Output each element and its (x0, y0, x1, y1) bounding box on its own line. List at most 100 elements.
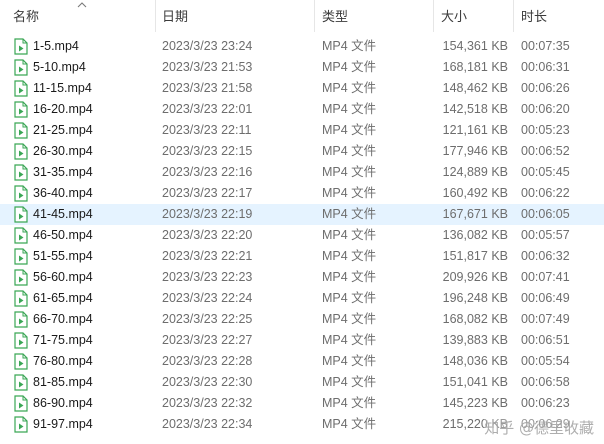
column-divider[interactable] (314, 0, 315, 32)
column-divider[interactable] (155, 0, 156, 32)
file-date: 2023/3/23 22:19 (162, 207, 253, 221)
chevron-up-icon[interactable] (77, 1, 87, 8)
video-file-icon (14, 374, 28, 391)
column-header-name[interactable]: 名称 (13, 0, 39, 32)
video-file-icon (14, 290, 28, 307)
file-name[interactable]: 76-80.mp4 (33, 351, 93, 372)
file-date: 2023/3/23 21:53 (162, 60, 253, 74)
file-date: 2023/3/23 22:24 (162, 291, 253, 305)
column-header-date[interactable]: 日期 (162, 0, 188, 32)
file-date: 2023/3/23 22:17 (162, 186, 253, 200)
column-header-size[interactable]: 大小 (441, 0, 467, 32)
file-row[interactable]: 1-5.mp4 2023/3/23 23:24 MP4 文件 154,361 KB 00… (0, 36, 604, 57)
file-size: 142,518 KB (442, 102, 508, 116)
file-type: MP4 文件 (322, 60, 377, 74)
file-name[interactable]: 31-35.mp4 (33, 162, 93, 183)
video-file-icon (14, 164, 28, 181)
file-row[interactable]: 76-80.mp4 2023/3/23 22:28 MP4 文件 148,036 KB… (0, 351, 604, 372)
file-row[interactable]: 21-25.mp4 2023/3/23 22:11 MP4 文件 121,161 KB… (0, 120, 604, 141)
video-file-icon (14, 227, 28, 244)
file-name[interactable]: 26-30.mp4 (33, 141, 93, 162)
file-name[interactable]: 1-5.mp4 (33, 36, 79, 57)
column-divider[interactable] (513, 0, 514, 32)
video-file-icon (14, 101, 28, 118)
file-name[interactable]: 56-60.mp4 (33, 267, 93, 288)
file-date: 2023/3/23 22:32 (162, 396, 253, 410)
file-date: 2023/3/23 22:20 (162, 228, 253, 242)
file-name[interactable]: 86-90.mp4 (33, 393, 93, 414)
video-file-icon (14, 59, 28, 76)
file-date: 2023/3/23 22:25 (162, 312, 253, 326)
file-size: 168,181 KB (442, 60, 508, 74)
file-row[interactable]: 11-15.mp4 2023/3/23 21:58 MP4 文件 148,462 KB… (0, 78, 604, 99)
file-type: MP4 文件 (322, 354, 377, 368)
file-size: 154,361 KB (442, 39, 508, 53)
file-type: MP4 文件 (322, 207, 377, 221)
file-size: 167,671 KB (442, 207, 508, 221)
file-type: MP4 文件 (322, 102, 377, 116)
file-name[interactable]: 46-50.mp4 (33, 225, 93, 246)
file-row[interactable]: 81-85.mp4 2023/3/23 22:30 MP4 文件 151,041 KB… (0, 372, 604, 393)
video-file-icon (14, 332, 28, 349)
file-name[interactable]: 66-70.mp4 (33, 309, 93, 330)
file-row[interactable]: 31-35.mp4 2023/3/23 22:16 MP4 文件 124,889 KB… (0, 162, 604, 183)
file-size: 121,161 KB (442, 123, 508, 137)
file-row[interactable]: 86-90.mp4 2023/3/23 22:32 MP4 文件 145,223 KB… (0, 393, 604, 414)
file-row[interactable]: 5-10.mp4 2023/3/23 21:53 MP4 文件 168,181 KB 0… (0, 57, 604, 78)
file-list: 1-5.mp4 2023/3/23 23:24 MP4 文件 154,361 KB 00… (0, 36, 604, 435)
video-file-icon (14, 143, 28, 160)
file-type: MP4 文件 (322, 291, 377, 305)
file-size: 160,492 KB (442, 186, 508, 200)
file-row[interactable]: 56-60.mp4 2023/3/23 22:23 MP4 文件 209,926 KB… (0, 267, 604, 288)
file-name[interactable]: 41-45.mp4 (33, 204, 93, 225)
file-duration: 00:06:20 (521, 102, 570, 116)
file-row[interactable]: 61-65.mp4 2023/3/23 22:24 MP4 文件 196,248 KB… (0, 288, 604, 309)
file-date: 2023/3/23 22:21 (162, 249, 253, 263)
file-date: 2023/3/23 22:30 (162, 375, 253, 389)
file-duration: 00:06:31 (521, 60, 570, 74)
column-divider[interactable] (433, 0, 434, 32)
file-type: MP4 文件 (322, 396, 377, 410)
column-header-type[interactable]: 类型 (322, 0, 348, 32)
file-name[interactable]: 36-40.mp4 (33, 183, 93, 204)
video-file-icon (14, 248, 28, 265)
file-name[interactable]: 16-20.mp4 (33, 99, 93, 120)
file-date: 2023/3/23 22:11 (162, 123, 252, 137)
file-name[interactable]: 21-25.mp4 (33, 120, 93, 141)
file-type: MP4 文件 (322, 39, 377, 53)
file-size: 148,036 KB (442, 354, 508, 368)
file-name[interactable]: 81-85.mp4 (33, 372, 93, 393)
column-header-duration[interactable]: 时长 (521, 0, 547, 32)
video-file-icon (14, 38, 28, 55)
file-name[interactable]: 61-65.mp4 (33, 288, 93, 309)
file-size: 209,926 KB (442, 270, 508, 284)
file-row[interactable]: 36-40.mp4 2023/3/23 22:17 MP4 文件 160,492 KB… (0, 183, 604, 204)
file-row[interactable]: 26-30.mp4 2023/3/23 22:15 MP4 文件 177,946 KB… (0, 141, 604, 162)
file-type: MP4 文件 (322, 186, 377, 200)
file-row[interactable]: 66-70.mp4 2023/3/23 22:25 MP4 文件 168,082 KB… (0, 309, 604, 330)
file-row[interactable]: 41-45.mp4 2023/3/23 22:19 MP4 文件 167,671 KB… (0, 204, 604, 225)
file-row[interactable]: 71-75.mp4 2023/3/23 22:27 MP4 文件 139,883 KB… (0, 330, 604, 351)
video-file-icon (14, 80, 28, 97)
file-duration: 00:05:45 (521, 165, 570, 179)
file-row[interactable]: 51-55.mp4 2023/3/23 22:21 MP4 文件 151,817 KB… (0, 246, 604, 267)
file-duration: 00:06:51 (521, 333, 570, 347)
file-duration: 00:05:23 (521, 123, 570, 137)
file-type: MP4 文件 (322, 81, 377, 95)
file-name[interactable]: 11-15.mp4 (33, 78, 92, 99)
file-size: 151,041 KB (442, 375, 508, 389)
file-date: 2023/3/23 21:58 (162, 81, 253, 95)
video-file-icon (14, 185, 28, 202)
file-type: MP4 文件 (322, 228, 377, 242)
file-row[interactable]: 46-50.mp4 2023/3/23 22:20 MP4 文件 136,082 KB… (0, 225, 604, 246)
file-size: 196,248 KB (442, 291, 508, 305)
file-name[interactable]: 91-97.mp4 (33, 414, 93, 435)
file-duration: 00:06:49 (521, 291, 570, 305)
file-name[interactable]: 71-75.mp4 (33, 330, 93, 351)
watermark-text: 知乎 @德里收藏 (484, 416, 594, 440)
file-name[interactable]: 5-10.mp4 (33, 57, 86, 78)
video-file-icon (14, 416, 28, 433)
file-row[interactable]: 16-20.mp4 2023/3/23 22:01 MP4 文件 142,518 KB… (0, 99, 604, 120)
file-duration: 00:07:35 (521, 39, 570, 53)
file-name[interactable]: 51-55.mp4 (33, 246, 93, 267)
